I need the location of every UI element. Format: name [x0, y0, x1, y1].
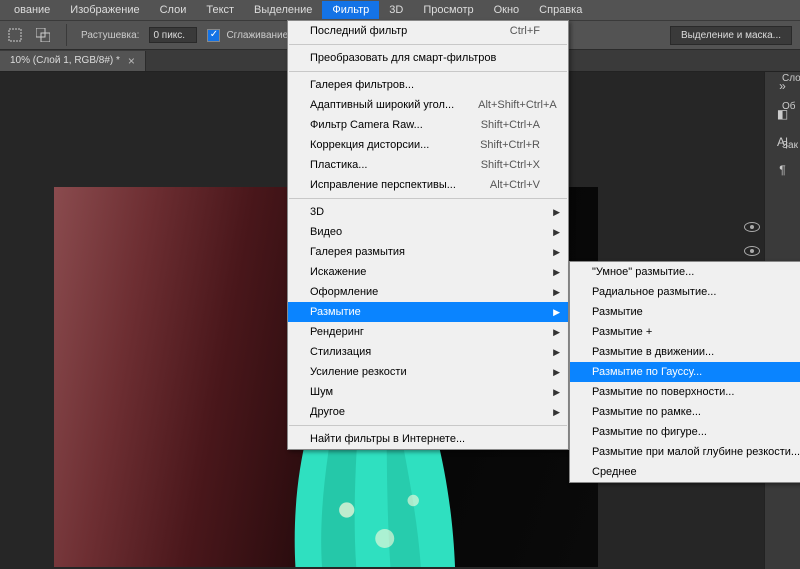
menu-item-convert-smart[interactable]: Преобразовать для смарт-фильтров	[288, 48, 568, 68]
menu-item-box-blur[interactable]: Размытие по рамке...	[570, 402, 800, 422]
menu-help[interactable]: Справка	[529, 1, 592, 19]
menu-item-shape-blur[interactable]: Размытие по фигуре...	[570, 422, 800, 442]
anti-alias-checkbox[interactable]: ✓ Сглаживание	[207, 29, 288, 42]
layer-visibility-column	[740, 222, 764, 256]
menu-item-last-filter[interactable]: Последний фильтрCtrl+F	[288, 21, 568, 41]
menu-item-radial-blur[interactable]: Радиальное размытие...	[570, 282, 800, 302]
menu-item-blur-more[interactable]: Размытие +	[570, 322, 800, 342]
menu-item-camera-raw[interactable]: Фильтр Camera Raw...Shift+Ctrl+A	[288, 115, 568, 135]
menu-item-browse-filters-online[interactable]: Найти фильтры в Интернете...	[288, 429, 568, 449]
menu-item-vanishing-point[interactable]: Исправление перспективы...Alt+Ctrl+V	[288, 175, 568, 195]
document-tab-title: 10% (Слой 1, RGB/8#) *	[10, 55, 120, 66]
filter-dropdown-menu: Последний фильтрCtrl+F Преобразовать для…	[287, 20, 569, 450]
menu-select[interactable]: Выделение	[244, 1, 322, 19]
menu-item-blur-gallery[interactable]: Галерея размытия▶	[288, 242, 568, 262]
menu-item-render[interactable]: Рендеринг▶	[288, 322, 568, 342]
blur-submenu: "Умное" размытие... Радиальное размытие.…	[569, 261, 800, 483]
panel-tab-adjustments[interactable]: Об	[780, 87, 800, 126]
menu-item-blur-basic[interactable]: Размытие	[570, 302, 800, 322]
feather-label: Растушевка:	[81, 30, 139, 41]
new-selection-icon[interactable]	[6, 26, 24, 44]
menu-item-motion-blur[interactable]: Размытие в движении...	[570, 342, 800, 362]
menu-item-stylize[interactable]: Стилизация▶	[288, 342, 568, 362]
menu-image[interactable]: Изображение	[60, 1, 149, 19]
menu-layers[interactable]: Слои	[150, 1, 197, 19]
menu-filter[interactable]: Фильтр	[322, 1, 379, 19]
menu-item-smart-blur[interactable]: "Умное" размытие...	[570, 262, 800, 282]
menu-window[interactable]: Окно	[484, 1, 530, 19]
menu-item-distort[interactable]: Искажение▶	[288, 262, 568, 282]
menu-item-sharpen[interactable]: Усиление резкости▶	[288, 362, 568, 382]
close-tab-icon[interactable]: ×	[128, 54, 135, 68]
menu-item-lens-correction[interactable]: Коррекция дисторсии...Shift+Ctrl+R	[288, 135, 568, 155]
select-and-mask-button[interactable]: Выделение и маска...	[670, 26, 792, 45]
menu-3d[interactable]: 3D	[379, 1, 413, 19]
menu-bar: ование Изображение Слои Текст Выделение …	[0, 0, 800, 20]
menu-item-video[interactable]: Видео▶	[288, 222, 568, 242]
document-tab[interactable]: 10% (Слой 1, RGB/8#) * ×	[0, 51, 146, 71]
layer-visibility-icon[interactable]	[744, 246, 760, 256]
menu-item-surface-blur[interactable]: Размытие по поверхности...	[570, 382, 800, 402]
menu-item-adaptive-wide-angle[interactable]: Адаптивный широкий угол...Alt+Shift+Ctrl…	[288, 95, 568, 115]
menu-item-gaussian-blur[interactable]: Размытие по Гауссу...	[570, 362, 800, 382]
feather-input[interactable]	[149, 27, 197, 43]
menu-item-liquify[interactable]: Пластика...Shift+Ctrl+X	[288, 155, 568, 175]
menu-item-average[interactable]: Среднее	[570, 462, 800, 482]
menu-item-noise[interactable]: Шум▶	[288, 382, 568, 402]
menu-item-other[interactable]: Другое▶	[288, 402, 568, 422]
menu-item-3d[interactable]: 3D▶	[288, 202, 568, 222]
menu-item-filter-gallery[interactable]: Галерея фильтров...	[288, 75, 568, 95]
menu-edit[interactable]: ование	[4, 1, 60, 19]
menu-text[interactable]: Текст	[196, 1, 244, 19]
panel-tab-layers[interactable]: Сло	[780, 70, 800, 87]
anti-alias-label: Сглаживание	[226, 30, 288, 41]
menu-view[interactable]: Просмотр	[413, 1, 483, 19]
menu-item-pixelate[interactable]: Оформление▶	[288, 282, 568, 302]
panel-tab-close[interactable]: Зак	[780, 126, 800, 165]
menu-item-blur[interactable]: Размытие▶	[288, 302, 568, 322]
add-to-selection-icon[interactable]	[34, 26, 52, 44]
menu-item-lens-blur[interactable]: Размытие при малой глубине резкости...	[570, 442, 800, 462]
layer-visibility-icon[interactable]	[744, 222, 760, 232]
